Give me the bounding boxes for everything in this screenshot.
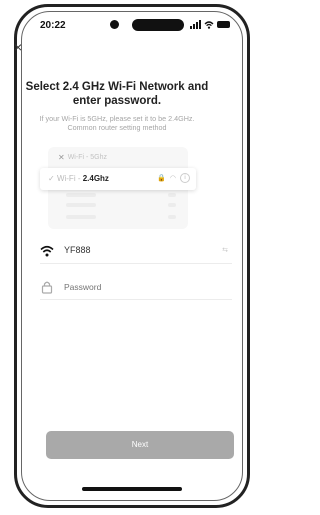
status-time: 20:22	[40, 20, 66, 31]
divider	[40, 263, 232, 264]
placeholder-bar	[66, 215, 96, 219]
wifi-icon	[40, 245, 54, 257]
cellular-signal-icon	[190, 20, 201, 29]
placeholder-bar	[66, 203, 96, 207]
password-input[interactable]	[64, 278, 224, 296]
page-title: Select 2.4 GHz Wi-Fi Network and enter p…	[25, 81, 209, 107]
wifi-icon: ◠	[169, 175, 176, 182]
illustration-24ghz-label: ✓ Wi-Fi - 2.4Ghz	[48, 174, 109, 183]
status-icons	[190, 20, 230, 29]
cross-icon: ✕	[58, 153, 65, 162]
switch-network-icon[interactable]: ⇆	[222, 246, 228, 254]
close-icon[interactable]: ×	[14, 40, 22, 54]
home-indicator	[82, 487, 182, 491]
camera-icon	[110, 20, 119, 29]
info-icon: i	[180, 173, 190, 183]
checkmark-icon: ✓	[48, 174, 55, 183]
illustration-24ghz-band: 2.4Ghz	[82, 174, 109, 183]
instruction-text: If your Wi-Fi is 5GHz, please set it to …	[20, 114, 214, 132]
password-field[interactable]	[40, 276, 232, 300]
wifi-name-value[interactable]: YF888	[64, 245, 91, 255]
dynamic-island	[132, 19, 184, 31]
placeholder-bar	[168, 193, 176, 197]
lock-icon: 🔒	[157, 175, 166, 182]
lock-icon	[41, 281, 53, 294]
illustration-icons: 🔒 ◠ i	[157, 173, 190, 183]
placeholder-bar	[66, 193, 96, 197]
router-setting-link[interactable]: Common router setting method	[20, 123, 214, 132]
next-button[interactable]: Next	[46, 431, 234, 459]
illustration-24ghz-prefix: Wi-Fi -	[56, 174, 83, 183]
wifi-name-field[interactable]: YF888 ⇆	[40, 240, 232, 264]
divider	[40, 299, 232, 300]
illustration-5ghz-label: Wi-Fi - 5Ghz	[67, 154, 107, 161]
wifi-status-icon	[204, 20, 214, 29]
battery-icon	[217, 21, 230, 28]
instruction-line: If your Wi-Fi is 5GHz, please set it to …	[39, 114, 195, 123]
illustration-row-24ghz: ✓ Wi-Fi - 2.4Ghz 🔒 ◠ i	[40, 168, 196, 190]
illustration-row-5ghz: ✕ Wi-Fi - 5Ghz	[58, 153, 107, 162]
status-bar: 20:22	[22, 12, 242, 38]
placeholder-bar	[168, 203, 176, 207]
placeholder-bar	[168, 215, 176, 219]
